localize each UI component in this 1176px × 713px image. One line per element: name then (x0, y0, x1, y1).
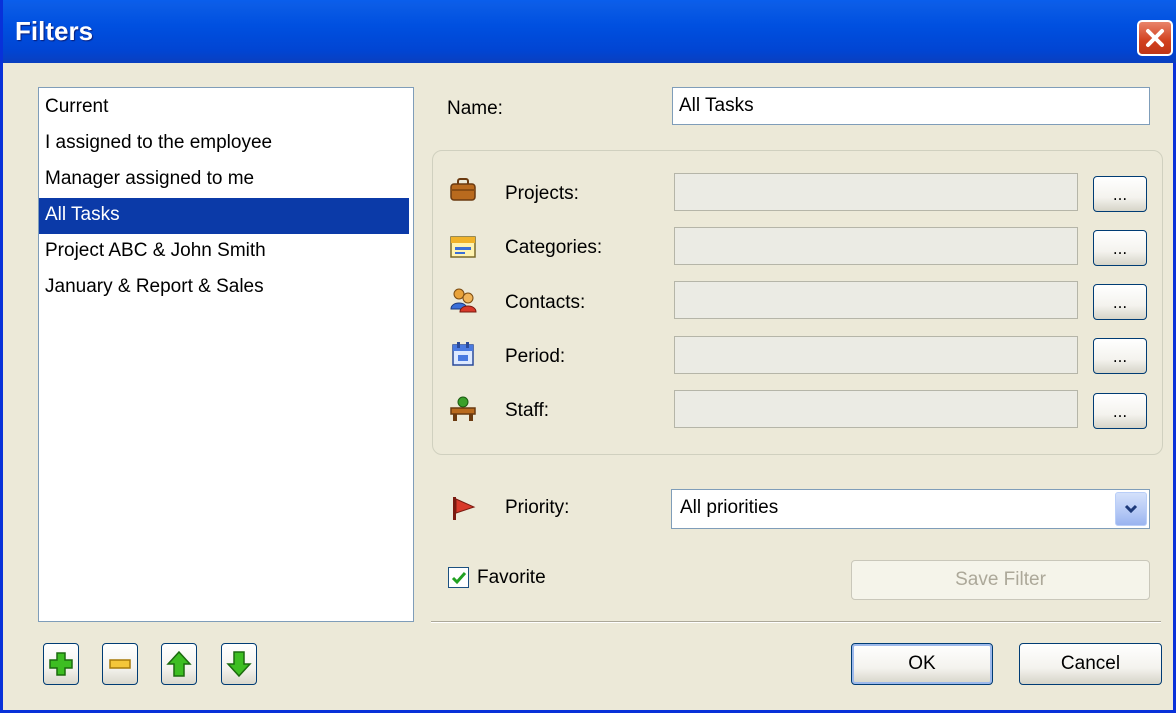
projects-browse-button[interactable]: ... (1093, 176, 1147, 212)
favorite-label: Favorite (477, 567, 546, 588)
priority-select-value: All priorities (680, 497, 779, 518)
period-label: Period: (505, 346, 566, 367)
filter-list[interactable]: Current I assigned to the employee Manag… (38, 87, 414, 622)
plus-icon (49, 652, 73, 676)
categories-label: Categories: (505, 237, 603, 258)
contacts-icon (450, 288, 477, 313)
staff-label: Staff: (505, 400, 550, 421)
filter-item[interactable]: Project ABC & John Smith (39, 234, 413, 270)
staff-field[interactable] (674, 390, 1078, 428)
projects-label: Projects: (505, 183, 579, 204)
filter-item[interactable]: Current (39, 90, 413, 126)
add-filter-button[interactable] (43, 643, 79, 685)
contacts-label: Contacts: (505, 292, 586, 313)
period-field[interactable] (674, 336, 1078, 374)
projects-field[interactable] (674, 173, 1078, 211)
minus-icon (109, 659, 131, 669)
flag-icon (453, 497, 476, 520)
period-browse-button[interactable]: ... (1093, 338, 1147, 374)
cancel-button[interactable]: Cancel (1019, 643, 1162, 685)
priority-label: Priority: (505, 497, 570, 518)
window-title: Filters (15, 16, 94, 46)
chevron-down-icon (1124, 504, 1138, 514)
priority-dropdown-button[interactable] (1115, 492, 1147, 526)
name-field[interactable]: All Tasks (672, 87, 1150, 125)
categories-browse-button[interactable]: ... (1093, 230, 1147, 266)
arrow-down-icon (226, 651, 252, 678)
filter-item[interactable]: January & Report & Sales (39, 270, 413, 306)
filter-item-selected[interactable]: All Tasks (39, 198, 409, 234)
close-button[interactable] (1137, 20, 1173, 56)
briefcase-icon (450, 178, 476, 201)
remove-filter-button[interactable] (102, 643, 138, 685)
calendar-icon (452, 342, 474, 366)
filter-item[interactable]: Manager assigned to me (39, 162, 413, 198)
categories-icon (450, 236, 476, 258)
ok-button[interactable]: OK (851, 643, 993, 685)
staff-browse-button[interactable]: ... (1093, 393, 1147, 429)
name-label: Name: (447, 98, 503, 119)
staff-icon (450, 396, 476, 421)
title-bar[interactable]: Filters (3, 0, 1176, 63)
move-up-button[interactable] (161, 643, 197, 685)
priority-select[interactable]: All priorities (671, 489, 1150, 529)
close-icon (1146, 29, 1164, 47)
move-down-button[interactable] (221, 643, 257, 685)
arrow-up-icon (166, 650, 192, 677)
categories-field[interactable] (674, 227, 1078, 265)
contacts-browse-button[interactable]: ... (1093, 284, 1147, 320)
favorite-checkbox[interactable] (448, 567, 469, 588)
contacts-field[interactable] (674, 281, 1078, 319)
filters-dialog: Filters Current I assigned to the employ… (0, 0, 1176, 713)
save-filter-button[interactable]: Save Filter (851, 560, 1150, 600)
separator (431, 621, 1161, 623)
filter-item[interactable]: I assigned to the employee (39, 126, 413, 162)
checkmark-icon (451, 571, 466, 584)
